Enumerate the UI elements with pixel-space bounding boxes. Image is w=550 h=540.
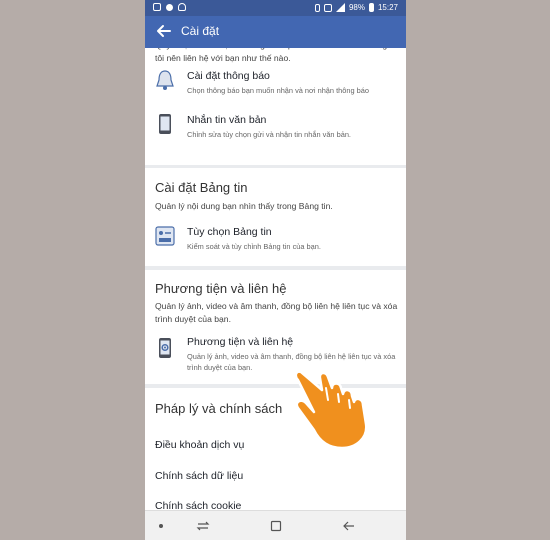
battery-percent: 98% bbox=[348, 3, 365, 12]
section-description: Quản lý ảnh, video và âm thanh, đồng bộ … bbox=[155, 301, 398, 324]
app-bar: Cài đặt bbox=[145, 16, 406, 48]
section-description: Quyết định cách bạn muốn giao tiếp trên … bbox=[155, 48, 387, 63]
section-title: Phương tiện và liên hệ bbox=[155, 281, 287, 296]
cookie-policy-link[interactable]: Chính sách cookie bbox=[155, 500, 241, 510]
status-bar: 98% 15:27 bbox=[145, 0, 406, 16]
battery-icon bbox=[368, 3, 374, 12]
item-description: Kiểm soát và tùy chỉnh Bảng tin của bạn. bbox=[187, 242, 321, 251]
item-label: Nhắn tin văn bản bbox=[187, 114, 267, 126]
terms-of-service-link[interactable]: Điều khoản dịch vụ bbox=[155, 439, 244, 451]
section-title: Cài đặt Bảng tin bbox=[155, 180, 248, 195]
page-title: Cài đặt bbox=[181, 24, 220, 38]
item-label: Cài đặt thông báo bbox=[187, 70, 270, 82]
bluetooth-icon bbox=[314, 3, 320, 12]
signal-icon bbox=[335, 3, 345, 12]
bell-icon bbox=[156, 70, 174, 90]
gallery-notification-icon bbox=[153, 3, 161, 11]
recent-apps-icon[interactable] bbox=[195, 518, 211, 534]
text-messaging-item[interactable]: Nhắn tin văn bản Chỉnh sửa tùy chọn gửi … bbox=[145, 112, 406, 156]
section-title: Pháp lý và chính sách bbox=[155, 401, 283, 416]
data-policy-link[interactable]: Chính sách dữ liệu bbox=[155, 470, 243, 482]
navigation-bar bbox=[145, 510, 406, 540]
section-description: Quản lý nội dung bạn nhìn thấy trong Bản… bbox=[155, 201, 333, 211]
android-notification-icon bbox=[178, 3, 186, 11]
item-description: Chọn thông báo bạn muốn nhận và nơi nhận… bbox=[187, 86, 369, 95]
dot-icon[interactable] bbox=[153, 518, 169, 534]
clock: 15:27 bbox=[377, 3, 398, 12]
mute-icon bbox=[323, 3, 332, 12]
pointing-hand-icon bbox=[294, 370, 368, 450]
item-label: Phương tiện và liên hệ bbox=[187, 336, 294, 348]
news-feed-preferences-icon bbox=[155, 226, 175, 246]
phone-settings-icon bbox=[159, 338, 171, 358]
phone-screen: 98% 15:27 Cài đặt Quyết định cách bạn mu… bbox=[145, 0, 406, 540]
item-description: Chỉnh sửa tùy chọn gửi và nhận tin nhắn … bbox=[187, 130, 351, 139]
notification-settings-item[interactable]: Cài đặt thông báo Chọn thông báo bạn muố… bbox=[145, 68, 406, 112]
phone-icon bbox=[159, 114, 171, 134]
media-contacts-card: Phương tiện và liên hệ Quản lý ảnh, vide… bbox=[145, 270, 406, 384]
news-feed-settings-card: Cài đặt Bảng tin Quản lý nội dung bạn nh… bbox=[145, 168, 406, 266]
communication-settings-card: Quyết định cách bạn muốn giao tiếp trên … bbox=[145, 48, 406, 165]
news-feed-preferences-item[interactable]: Tùy chọn Bảng tin Kiểm soát và tùy chỉnh… bbox=[145, 224, 406, 260]
home-icon[interactable] bbox=[268, 518, 284, 534]
back-icon[interactable] bbox=[341, 518, 357, 534]
messenger-notification-icon bbox=[166, 3, 173, 11]
item-label: Tùy chọn Bảng tin bbox=[187, 226, 272, 238]
back-arrow-icon[interactable] bbox=[155, 22, 173, 40]
